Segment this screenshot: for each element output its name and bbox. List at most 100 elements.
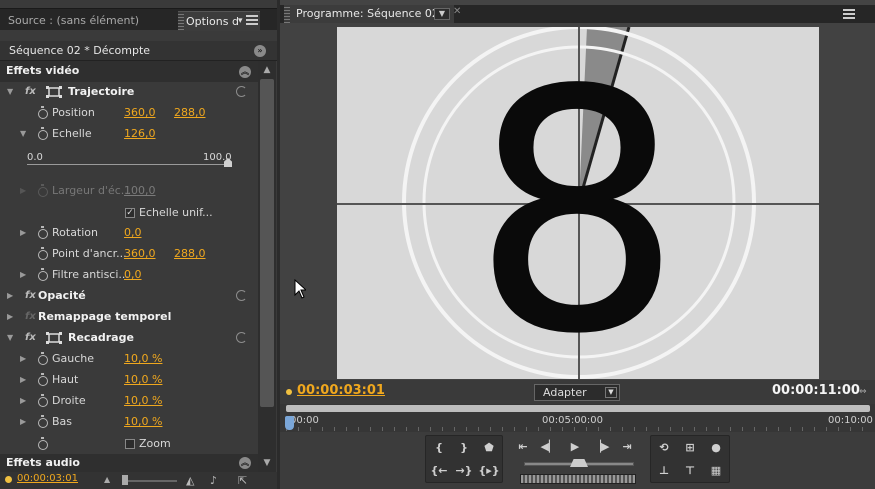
collapsed-triangle-icon[interactable]: ▶	[20, 370, 26, 390]
trim-icon[interactable]: ▦	[705, 461, 727, 481]
play-icon[interactable]: ▶	[564, 437, 586, 457]
crop-left-value[interactable]: 10,0 %	[124, 349, 162, 369]
zoom-out-icon[interactable]: ▲	[104, 475, 110, 484]
crop-bottom-value[interactable]: 10,0 %	[124, 412, 162, 432]
extract-icon[interactable]: ⊤	[679, 461, 701, 481]
sequence-dropdown-icon[interactable]: ▼	[434, 8, 450, 20]
reset-icon[interactable]	[236, 290, 247, 301]
set-marker-icon[interactable]: ⬟	[478, 438, 500, 458]
stopwatch-icon[interactable]	[38, 437, 48, 450]
scroll-down-icon[interactable]: ▼	[259, 456, 275, 470]
crop-right-value[interactable]: 10,0 %	[124, 391, 162, 411]
jog-wheel[interactable]	[520, 474, 636, 484]
show-timeline-icon[interactable]: »	[254, 45, 266, 57]
collapsed-triangle-icon[interactable]: ▶	[20, 412, 26, 432]
anchor-y-value[interactable]: 288,0	[174, 244, 206, 264]
scroll-up-icon[interactable]: ▲	[259, 63, 275, 77]
expanded-triangle-icon[interactable]: ▼	[20, 124, 26, 144]
fx-toggle-icon[interactable]: fx	[25, 82, 36, 102]
stopwatch-icon[interactable]	[38, 352, 48, 365]
stopwatch-icon[interactable]	[38, 127, 48, 140]
stopwatch-icon[interactable]	[38, 106, 48, 119]
zoom-slider-track[interactable]	[122, 480, 177, 482]
effect-options-timecode[interactable]: 00:00:03:01	[17, 473, 78, 484]
antiflicker-value[interactable]: 0,0	[124, 265, 142, 285]
uniform-scale-checkbox[interactable]: ✓	[125, 208, 135, 218]
lift-icon[interactable]: ⊥	[653, 461, 675, 481]
fx-toggle-icon[interactable]: fx	[25, 286, 36, 306]
param-uniform-scale: ✓ Echelle unif...	[0, 203, 258, 224]
audio-play-icon[interactable]: ♪	[210, 474, 217, 487]
mark-out-icon[interactable]: }	[453, 438, 475, 458]
collapse-up-icon[interactable]: ︽	[239, 66, 251, 78]
collapsed-triangle-icon[interactable]: ▶	[20, 349, 26, 369]
position-y-value[interactable]: 288,0	[174, 103, 206, 123]
tab-grip-icon[interactable]	[284, 5, 290, 23]
stopwatch-icon[interactable]	[38, 226, 48, 239]
step-back-icon[interactable]: ◀▏	[538, 437, 560, 457]
stopwatch-icon[interactable]	[38, 415, 48, 428]
output-icon[interactable]: ●	[705, 438, 727, 458]
reset-icon[interactable]	[236, 86, 247, 97]
scale-value[interactable]: 126,0	[124, 124, 156, 144]
stopwatch-icon[interactable]	[38, 373, 48, 386]
collapse-up-icon[interactable]: ︽	[239, 457, 251, 469]
viewing-area-bar[interactable]	[286, 405, 870, 412]
anchor-x-value[interactable]: 360,0	[124, 244, 156, 264]
panel-menu-icon[interactable]	[246, 15, 258, 25]
reset-icon[interactable]	[236, 332, 247, 343]
position-x-value[interactable]: 360,0	[124, 103, 156, 123]
stopwatch-icon[interactable]	[38, 247, 48, 260]
next-edit-icon[interactable]: ⇥	[616, 437, 638, 457]
play-in-to-out-icon[interactable]: {▸}	[478, 461, 500, 481]
param-scale-width: ▶ Largeur d'éc... 100,0	[0, 181, 258, 202]
expanded-triangle-icon[interactable]: ▼	[7, 82, 13, 102]
rotation-value[interactable]: 0,0	[124, 223, 142, 243]
go-to-in-icon[interactable]: {←	[428, 461, 450, 481]
close-icon[interactable]: ✕	[453, 6, 461, 17]
collapsed-triangle-icon[interactable]: ▶	[7, 307, 13, 327]
zoom-fit-select[interactable]: Adapter ▼	[534, 384, 620, 401]
effect-opacity[interactable]: ▶ fx Opacité	[0, 286, 258, 307]
scale-slider-track[interactable]	[27, 164, 232, 165]
monitor-timeline[interactable]: 00:00 00:05:00:00 00:10:00	[280, 404, 875, 432]
export-icon[interactable]: ⇱	[238, 474, 247, 487]
collapsed-triangle-icon[interactable]: ▶	[20, 223, 26, 243]
section-video-effects[interactable]: Effets vidéo ︽	[0, 61, 258, 82]
mark-in-icon[interactable]: {	[428, 438, 450, 458]
video-frame[interactable]: 8	[337, 27, 819, 379]
effect-trajectoire[interactable]: ▼ fx Trajectoire	[0, 82, 258, 103]
zoom-checkbox[interactable]	[125, 439, 135, 449]
zoom-in-icon[interactable]: ◭	[186, 474, 194, 487]
crop-top-value[interactable]: 10,0 %	[124, 370, 162, 390]
playhead[interactable]	[285, 416, 294, 430]
scroll-thumb[interactable]	[260, 79, 274, 407]
section-audio-effects[interactable]: Effets audio ︽	[0, 454, 258, 472]
fx-toggle-icon[interactable]: fx	[25, 328, 36, 348]
safe-margins-icon[interactable]: ⊞	[679, 438, 701, 458]
tab-source[interactable]: Source : (sans élément)	[0, 11, 174, 31]
loop-icon[interactable]: ⟲	[653, 438, 675, 458]
go-to-out-icon[interactable]: →}	[453, 461, 475, 481]
current-timecode[interactable]: 00:00:03:01	[297, 383, 385, 398]
expand-icon[interactable]: ⇔	[859, 387, 867, 397]
tab-program[interactable]: Programme: Séquence 02 ▼	[284, 5, 454, 23]
panel-menu-icon[interactable]	[843, 9, 855, 19]
previous-edit-icon[interactable]: ⇤	[512, 437, 534, 457]
stopwatch-icon[interactable]	[38, 268, 48, 281]
stopwatch-icon[interactable]	[38, 394, 48, 407]
effect-time-remap[interactable]: ▶ fx Remappage temporel	[0, 307, 258, 328]
effect-recadrage[interactable]: ▼ fx Recadrage	[0, 328, 258, 349]
tab-grip-icon[interactable]	[178, 12, 184, 30]
motion-transform-icon[interactable]	[45, 86, 63, 98]
crop-transform-icon[interactable]	[45, 332, 63, 344]
collapsed-triangle-icon[interactable]: ▶	[20, 265, 26, 285]
chevron-down-icon[interactable]: ▼	[605, 387, 617, 398]
effects-scrollbar[interactable]: ▲ ▼	[258, 61, 276, 472]
tab-dropdown-icon[interactable]: ▾	[238, 12, 243, 31]
zoom-slider-thumb[interactable]	[122, 475, 128, 485]
collapsed-triangle-icon[interactable]: ▶	[20, 391, 26, 411]
collapsed-triangle-icon[interactable]: ▶	[7, 286, 13, 306]
step-forward-icon[interactable]: ▕▶	[590, 437, 612, 457]
expanded-triangle-icon[interactable]: ▼	[7, 328, 13, 348]
